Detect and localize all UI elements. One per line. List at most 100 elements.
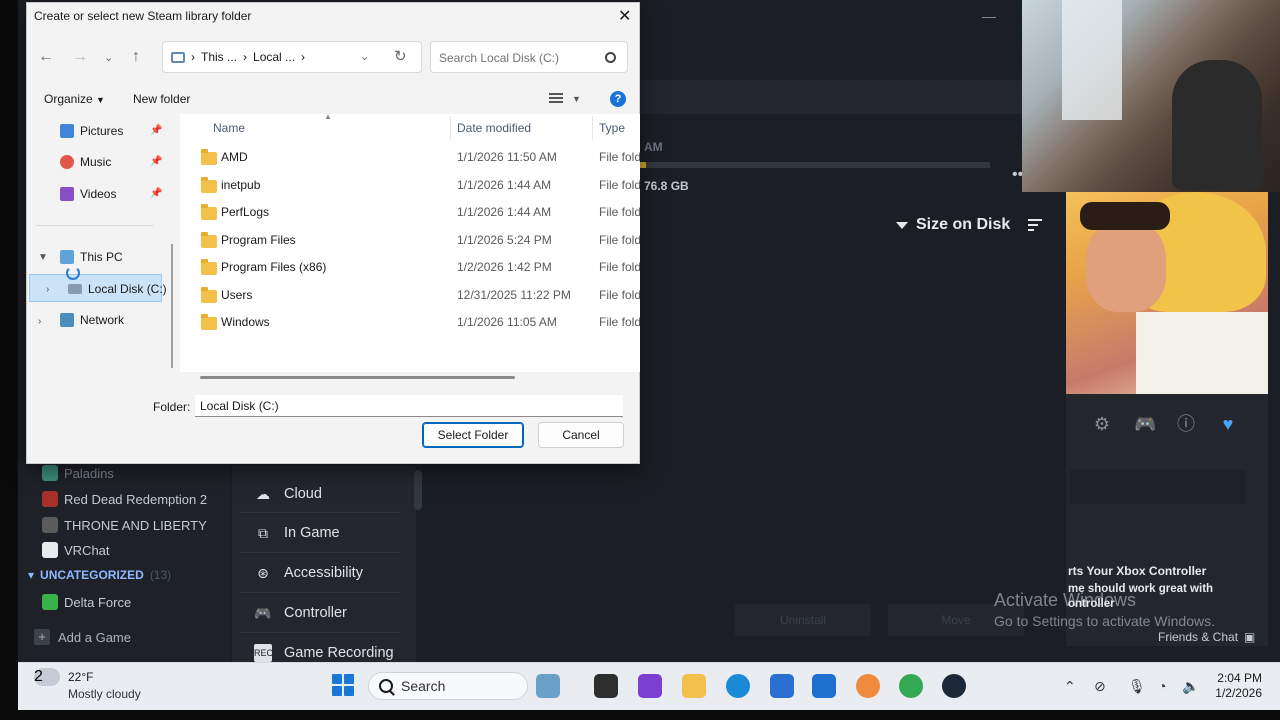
file-date: 1/1/2026 5:24 PM: [457, 233, 552, 247]
nav-item-music[interactable]: Music: [60, 155, 111, 169]
file-row[interactable]: Program Files 1/1/2026 5:24 PM File fold…: [198, 228, 640, 254]
breadcrumb-local-disk[interactable]: Local ...: [253, 50, 295, 64]
chevron-right-icon[interactable]: ›: [38, 316, 41, 327]
chevron-right-icon[interactable]: ›: [46, 284, 49, 295]
uninstall-button[interactable]: Uninstall: [735, 604, 871, 636]
chrome-icon[interactable]: [899, 674, 923, 698]
add-game-button[interactable]: + Add a Game: [34, 629, 131, 645]
forward-arrow-icon[interactable]: →: [72, 48, 88, 66]
wifi-icon[interactable]: ◔: [1158, 678, 1166, 694]
pin-icon[interactable]: 📌: [150, 156, 162, 167]
help-icon[interactable]: ?: [610, 91, 626, 107]
new-folder-button[interactable]: New folder: [133, 92, 190, 106]
game-artwork: [1066, 192, 1268, 394]
pin-icon[interactable]: 📌: [150, 125, 162, 136]
nav-scrollbar[interactable]: [171, 244, 173, 368]
file-row[interactable]: AMD 1/1/2026 11:50 AM File folder: [198, 145, 640, 171]
friends-chat-button[interactable]: Friends & Chat ▣: [1158, 630, 1255, 644]
file-row[interactable]: inetpub 1/1/2026 1:44 AM File folder: [198, 173, 640, 199]
refresh-icon[interactable]: ↻: [394, 47, 407, 65]
settings-divider: [240, 552, 400, 553]
taskbar-search[interactable]: Search: [368, 672, 528, 700]
select-folder-button[interactable]: Select Folder: [422, 422, 524, 448]
copilot-icon[interactable]: [856, 674, 880, 698]
library-game-item[interactable]: Red Dead Redemption 2: [42, 491, 207, 507]
info-icon[interactable]: ⓘ: [1176, 414, 1196, 434]
library-game-item[interactable]: THRONE AND LIBERTY: [42, 517, 207, 533]
nav-item-pictures[interactable]: Pictures: [60, 124, 123, 138]
microphone-icon[interactable]: 🎙: [1128, 678, 1146, 695]
library-game-item[interactable]: Delta Force: [42, 594, 131, 610]
nav-item-videos[interactable]: Videos: [60, 187, 116, 201]
column-header-name[interactable]: Name: [213, 121, 245, 135]
search-icon: [605, 52, 616, 63]
view-dropdown-icon[interactable]: ▼: [572, 94, 581, 104]
file-row[interactable]: Windows 1/1/2026 11:05 AM File folder: [198, 310, 640, 336]
library-game-item[interactable]: VRChat: [42, 542, 110, 558]
library-game-item[interactable]: Paladins: [42, 465, 114, 481]
settings-item-game-recording[interactable]: REC Game Recording: [254, 644, 394, 662]
settings-item-cloud[interactable]: ☁ Cloud: [254, 485, 322, 503]
volume-icon[interactable]: 🔈: [1182, 678, 1199, 695]
horizontal-scrollbar[interactable]: [200, 376, 515, 379]
steam-icon[interactable]: [942, 674, 966, 698]
organize-button[interactable]: Organize ▼: [44, 92, 105, 106]
file-row[interactable]: Users 12/31/2025 11:22 PM File folder: [198, 283, 640, 309]
search-input[interactable]: [439, 49, 599, 67]
artwork-face: [1086, 222, 1166, 312]
gamepad-icon[interactable]: 🎮: [1134, 414, 1156, 434]
breadcrumb-separator: ›: [191, 50, 195, 64]
breadcrumb-this-pc[interactable]: This ...: [201, 50, 237, 64]
sort-icon[interactable]: [1028, 219, 1043, 231]
start-button[interactable]: [332, 674, 354, 696]
search-icon: [379, 679, 393, 693]
nav-item-this-pc[interactable]: This PC: [60, 250, 123, 264]
settings-scrollbar[interactable]: [414, 470, 422, 510]
nav-item-local-disk[interactable]: Local Disk (C:): [68, 282, 167, 296]
store-icon[interactable]: [770, 674, 794, 698]
column-divider[interactable]: [450, 116, 451, 140]
column-header-date[interactable]: Date modified: [457, 121, 531, 135]
pcgamepass-app-icon[interactable]: [638, 674, 662, 698]
file-type: File folder: [599, 150, 640, 164]
file-explorer-icon[interactable]: [682, 674, 706, 698]
outlook-icon[interactable]: [812, 674, 836, 698]
settings-item-in-game[interactable]: ⧉ In Game: [254, 524, 340, 542]
file-type: File folder: [599, 288, 640, 302]
column-divider[interactable]: [592, 116, 593, 140]
recent-locations-icon[interactable]: ⌄: [104, 51, 113, 64]
nav-item-network[interactable]: Network: [60, 313, 124, 327]
settings-item-accessibility[interactable]: ⊛ Accessibility: [254, 564, 363, 582]
edge-icon[interactable]: [726, 674, 750, 698]
up-arrow-icon[interactable]: ↑: [132, 48, 140, 66]
network-off-icon[interactable]: ⊘: [1094, 678, 1106, 695]
file-row[interactable]: PerfLogs 1/1/2026 1:44 AM File folder: [198, 200, 640, 226]
close-icon[interactable]: ✕: [618, 6, 631, 26]
settings-item-controller[interactable]: 🎮 Controller: [254, 604, 347, 622]
address-dropdown-icon[interactable]: ⌄: [360, 50, 369, 63]
minimize-icon[interactable]: —: [982, 8, 996, 24]
chevron-down-icon[interactable]: ▼: [38, 252, 48, 263]
pin-icon[interactable]: 📌: [150, 188, 162, 199]
chevron-up-icon[interactable]: ⌃: [1064, 678, 1076, 695]
folder-field[interactable]: [195, 395, 623, 417]
view-options-icon[interactable]: [549, 93, 563, 103]
column-header-type[interactable]: Type: [599, 121, 625, 135]
cancel-button[interactable]: Cancel: [538, 422, 624, 448]
heart-icon[interactable]: ♥: [1218, 414, 1238, 434]
library-category-header[interactable]: ▾ UNCATEGORIZED (13): [28, 568, 171, 582]
address-bar[interactable]: › This ... › Local ... ›: [162, 41, 422, 73]
gear-icon[interactable]: ⚙: [1092, 414, 1112, 434]
widgets-app-icon[interactable]: [536, 674, 560, 698]
rec-icon: REC: [254, 644, 273, 662]
back-arrow-icon[interactable]: ←: [38, 48, 54, 66]
activate-windows-title: Activate Windows: [994, 590, 1137, 610]
sort-dropdown[interactable]: Size on Disk: [896, 216, 1043, 234]
terminal-app-icon[interactable]: [594, 674, 618, 698]
settings-item-label: Cloud: [284, 486, 322, 502]
search-box[interactable]: [430, 41, 628, 73]
file-row[interactable]: Program Files (x86) 1/2/2026 1:42 PM Fil…: [198, 255, 640, 281]
storage-tab-bar: [640, 80, 1030, 114]
pc-icon: [60, 250, 74, 264]
taskbar-clock[interactable]: 2:04 PM 1/2/2026: [1206, 671, 1262, 701]
